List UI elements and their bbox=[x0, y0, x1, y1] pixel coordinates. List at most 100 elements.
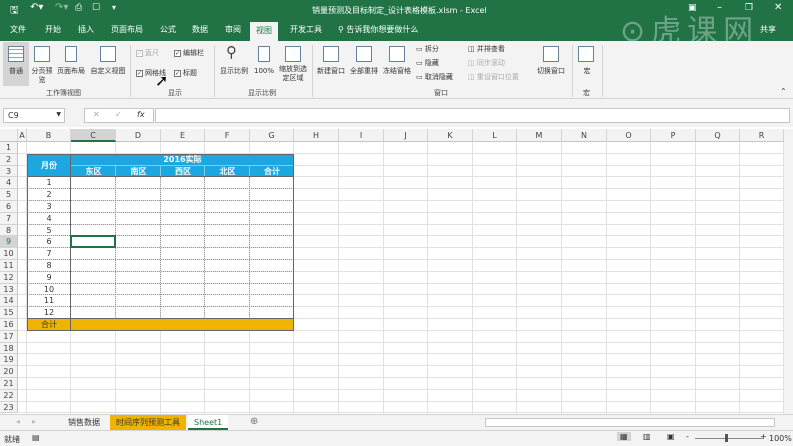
prev-sheet-icon[interactable]: ◂ bbox=[16, 417, 20, 426]
normal-view-button[interactable]: 普通 bbox=[3, 42, 29, 86]
month-cell[interactable]: 8 bbox=[27, 260, 71, 272]
next-sheet-icon[interactable]: ▸ bbox=[32, 417, 36, 426]
row-header[interactable]: 6 bbox=[0, 201, 18, 213]
column-header[interactable]: J bbox=[384, 129, 428, 142]
column-header[interactable]: M bbox=[517, 129, 562, 142]
insert-function-icon[interactable]: fx bbox=[137, 110, 145, 119]
sheet-tab[interactable]: 时间序列预测工具 bbox=[110, 415, 186, 430]
column-header[interactable]: D bbox=[116, 129, 161, 142]
column-header[interactable]: C bbox=[71, 129, 116, 142]
ruler-checkbox[interactable]: ✓ 直尺 bbox=[136, 49, 159, 58]
month-cell[interactable]: 10 bbox=[27, 284, 71, 296]
tab-data[interactable]: 数据 bbox=[192, 24, 208, 35]
month-cell[interactable]: 3 bbox=[27, 201, 71, 213]
row-header[interactable]: 21 bbox=[0, 378, 18, 390]
horizontal-scrollbar[interactable] bbox=[485, 418, 775, 427]
zoom-button[interactable]: ⚲ 显示比例 bbox=[218, 42, 250, 86]
sheet-tab[interactable]: 销售数据 bbox=[62, 415, 106, 430]
add-sheet-icon[interactable]: ⊕ bbox=[250, 416, 258, 427]
month-cell[interactable]: 5 bbox=[27, 225, 71, 237]
tab-developer[interactable]: 开发工具 bbox=[290, 24, 322, 35]
tab-view[interactable]: 视图 bbox=[250, 22, 278, 41]
tab-home[interactable]: 开始 bbox=[45, 24, 61, 35]
column-header[interactable]: R bbox=[740, 129, 784, 142]
save-icon[interactable]: 🖫 bbox=[10, 3, 19, 20]
split-button[interactable]: ▭ 拆分 bbox=[416, 45, 439, 54]
row-header[interactable]: 16 bbox=[0, 319, 18, 331]
undo-icon[interactable]: ↶▾ bbox=[30, 2, 43, 13]
zoom-to-selection-button[interactable]: 缩放到选定区域 bbox=[277, 42, 309, 86]
column-header[interactable]: P bbox=[651, 129, 696, 142]
tab-page-layout[interactable]: 页面布局 bbox=[111, 24, 143, 35]
row-header[interactable]: 23 bbox=[0, 401, 18, 414]
headings-checkbox[interactable]: ✓ 标题 bbox=[174, 69, 197, 78]
normal-view-icon[interactable]: ▦ bbox=[617, 432, 631, 441]
custom-views-button[interactable]: 自定义视图 bbox=[88, 42, 128, 86]
formula-input[interactable] bbox=[155, 108, 790, 123]
month-cell[interactable]: 7 bbox=[27, 248, 71, 260]
arrange-all-button[interactable]: 全部重排 bbox=[348, 42, 380, 86]
macro-record-icon[interactable]: ▤ bbox=[32, 433, 40, 442]
side-by-side-button[interactable]: ◫ 并排查看 bbox=[468, 45, 505, 54]
zoom-slider[interactable] bbox=[695, 438, 763, 439]
row-header[interactable]: 10 bbox=[0, 248, 18, 260]
month-cell[interactable]: 1 bbox=[27, 177, 71, 189]
worksheet-grid[interactable]: A B C D E F G H I J K L M N O P Q R 1 2 3 4 5 6 7 8 9 10 11 12 13 14 15 1… bbox=[0, 129, 784, 414]
formula-bar-checkbox[interactable]: ✓ 编辑栏 bbox=[174, 49, 204, 58]
row-header[interactable]: 4 bbox=[0, 177, 18, 190]
touch-mode-icon[interactable]: ☐ bbox=[92, 3, 100, 13]
column-header[interactable]: N bbox=[562, 129, 607, 142]
zoom-slider-thumb[interactable] bbox=[725, 434, 728, 442]
tell-me-search[interactable]: ⚲ 告诉我你想要做什么 bbox=[338, 24, 418, 35]
customize-qat-icon[interactable]: ▾ bbox=[112, 3, 116, 12]
selected-cell-c9[interactable] bbox=[70, 235, 116, 249]
collapse-ribbon-icon[interactable]: ⌃ bbox=[780, 87, 787, 96]
column-header[interactable]: K bbox=[428, 129, 473, 142]
tab-formulas[interactable]: 公式 bbox=[160, 24, 176, 35]
column-header[interactable]: O bbox=[607, 129, 651, 142]
zoom-in-icon[interactable]: + bbox=[760, 432, 767, 441]
page-layout-view-button[interactable]: 页面布局 bbox=[55, 42, 87, 86]
row-header[interactable]: 14 bbox=[0, 295, 18, 308]
column-header[interactable]: Q bbox=[696, 129, 740, 142]
page-break-preview-button[interactable]: 分页预览 bbox=[30, 42, 54, 86]
tab-file[interactable]: 文件 bbox=[10, 24, 26, 35]
vertical-scrollbar[interactable] bbox=[784, 129, 793, 414]
column-header[interactable]: F bbox=[205, 129, 250, 142]
column-header[interactable]: A bbox=[18, 129, 27, 142]
row-header[interactable]: 3 bbox=[0, 165, 18, 178]
row-header[interactable]: 13 bbox=[0, 283, 18, 296]
close-button[interactable]: ✕ bbox=[774, 2, 782, 13]
new-window-button[interactable]: 新建窗口 bbox=[315, 42, 347, 86]
enter-icon[interactable]: ✓ bbox=[115, 110, 122, 119]
row-header[interactable]: 20 bbox=[0, 366, 18, 378]
row-header[interactable]: 2 bbox=[0, 153, 18, 166]
month-cell[interactable]: 2 bbox=[27, 189, 71, 201]
month-cell[interactable]: 12 bbox=[27, 307, 71, 319]
zoom-out-icon[interactable]: - bbox=[686, 432, 689, 441]
hide-button[interactable]: ▭ 隐藏 bbox=[416, 59, 439, 68]
column-header[interactable]: I bbox=[339, 129, 384, 142]
column-header[interactable]: B bbox=[27, 129, 71, 142]
page-layout-view-icon[interactable]: ▥ bbox=[643, 432, 651, 441]
row-header[interactable]: 5 bbox=[0, 189, 18, 201]
switch-windows-button[interactable]: 切换窗口 bbox=[533, 42, 569, 86]
name-box[interactable]: C9 ▼ bbox=[3, 108, 65, 123]
column-header[interactable]: G bbox=[250, 129, 294, 142]
macros-button[interactable]: 宏 bbox=[575, 42, 599, 86]
select-all-corner[interactable] bbox=[0, 129, 18, 142]
month-cell[interactable]: 6 bbox=[27, 236, 71, 248]
row-header[interactable]: 7 bbox=[0, 212, 18, 225]
row-header[interactable]: 9 bbox=[0, 236, 18, 249]
unhide-button[interactable]: ▭ 取消隐藏 bbox=[416, 73, 453, 82]
share-button[interactable]: 共享 bbox=[760, 24, 776, 35]
tab-review[interactable]: 审阅 bbox=[225, 24, 241, 35]
row-header[interactable]: 12 bbox=[0, 271, 18, 284]
reset-window-button[interactable]: ◫ 重设窗口位置 bbox=[468, 73, 519, 82]
row-header[interactable]: 18 bbox=[0, 342, 18, 355]
sync-scroll-button[interactable]: ◫ 同步滚动 bbox=[468, 59, 505, 68]
row-header[interactable]: 22 bbox=[0, 389, 18, 402]
print-preview-icon[interactable]: ⎙ bbox=[75, 3, 82, 13]
row-header[interactable]: 15 bbox=[0, 307, 18, 319]
row-header[interactable]: 11 bbox=[0, 260, 18, 272]
